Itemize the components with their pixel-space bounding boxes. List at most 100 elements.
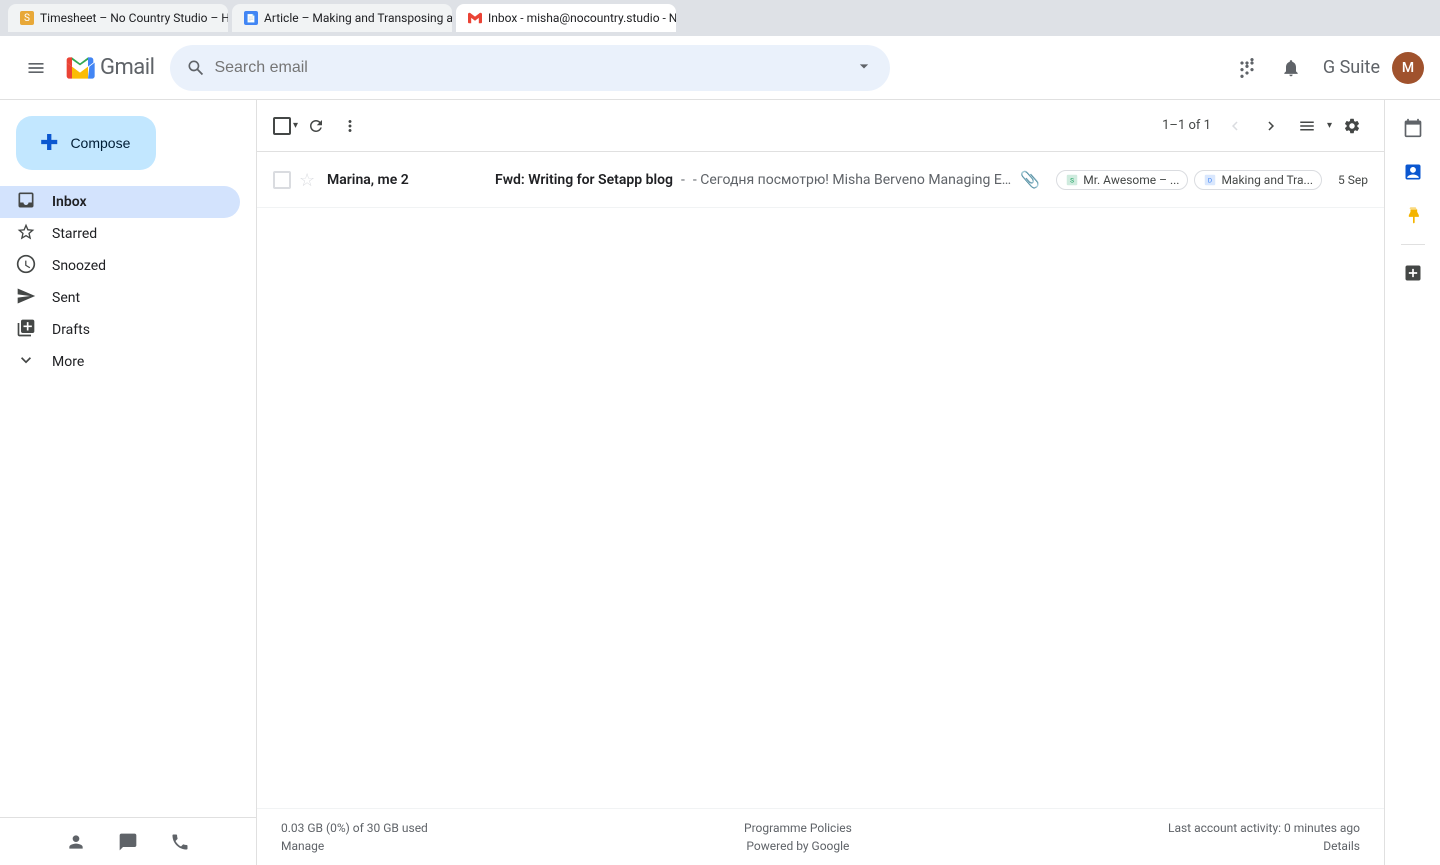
policies-link[interactable]: Programme Policies	[744, 821, 852, 835]
content-area: ▾ 1–1 of 1	[256, 100, 1384, 865]
inbox-icon	[16, 190, 36, 215]
email-sender: Marina, me 2	[327, 172, 487, 188]
chat-button[interactable]	[110, 824, 146, 860]
calendar-button[interactable]	[1393, 108, 1433, 148]
main-container: ✚ Compose Inbox Starred Snoozed	[0, 100, 1440, 865]
more-icon	[16, 350, 36, 375]
logo-area: Gmail	[64, 52, 154, 84]
gmail-tab-label: Inbox - misha@nocountry.studio - No Coun…	[488, 11, 676, 25]
svg-text:D: D	[1208, 176, 1212, 184]
keep-button[interactable]	[1393, 196, 1433, 236]
email-date: 5 Sep	[1338, 173, 1368, 187]
add-contact-button[interactable]	[58, 824, 94, 860]
starred-icon	[16, 222, 36, 247]
docs-chip-icon: D	[1203, 173, 1217, 187]
manage-link[interactable]: Manage	[281, 839, 428, 853]
header: Gmail G Suite M	[0, 36, 1440, 100]
right-sidebar	[1384, 100, 1440, 865]
notifications-button[interactable]	[1271, 48, 1311, 88]
tab-docs[interactable]: 📄 Article – Making and Transposing an Em…	[232, 4, 452, 32]
email-list: ☆ Marina, me 2 Fwd: Writing for Setapp b…	[257, 152, 1384, 808]
harvest-tab-label: Timesheet – No Country Studio – Harvest	[40, 11, 228, 25]
density-button[interactable]	[1291, 110, 1323, 142]
more-options-button[interactable]	[334, 110, 366, 142]
search-bar[interactable]	[170, 45, 890, 91]
bottom-sidebar	[0, 817, 256, 865]
density-chevron-icon: ▾	[1327, 120, 1332, 131]
tab-harvest[interactable]: S Timesheet – No Country Studio – Harves…	[8, 4, 228, 32]
search-dropdown-button[interactable]	[854, 56, 874, 80]
select-dropdown-icon[interactable]: ▾	[293, 120, 298, 131]
star-button[interactable]: ☆	[299, 170, 319, 190]
next-page-button[interactable]	[1255, 110, 1287, 142]
email-subject: Fwd: Writing for Setapp blog	[495, 172, 673, 188]
refresh-button[interactable]	[300, 110, 332, 142]
footer-right: Last account activity: 0 minutes ago Det…	[1168, 821, 1360, 853]
footer: 0.03 GB (0%) of 30 GB used Manage Progra…	[257, 808, 1384, 865]
menu-button[interactable]	[16, 48, 56, 88]
docs-tab-label: Article – Making and Transposing an Emai…	[264, 11, 452, 25]
chip-sheets-label: Mr. Awesome – ...	[1083, 173, 1179, 187]
compose-button[interactable]: ✚ Compose	[16, 116, 156, 170]
more-label: More	[52, 354, 224, 370]
gmail-logo-icon	[64, 52, 96, 84]
sidebar-item-inbox[interactable]: Inbox	[0, 186, 240, 218]
attachment-icon: 📎	[1020, 170, 1040, 189]
snoozed-icon	[16, 254, 36, 279]
avatar[interactable]: M	[1392, 52, 1424, 84]
starred-label: Starred	[52, 226, 224, 242]
select-all-checkbox[interactable]	[273, 117, 291, 135]
compose-label: Compose	[70, 135, 130, 151]
sent-label: Sent	[52, 290, 224, 306]
sidebar-item-snoozed[interactable]: Snoozed	[0, 250, 240, 282]
gmail-tab-icon	[468, 11, 482, 25]
apps-button[interactable]	[1227, 48, 1267, 88]
app-container: Gmail G Suite M	[0, 36, 1440, 865]
footer-center: Programme Policies Powered by Google	[744, 821, 852, 853]
tab-gmail[interactable]: Inbox - misha@nocountry.studio - No Coun…	[456, 4, 676, 32]
add-addon-button[interactable]	[1393, 253, 1433, 293]
toolbar-left: ▾	[273, 110, 366, 142]
compose-plus-icon: ✚	[40, 132, 58, 154]
table-row[interactable]: ☆ Marina, me 2 Fwd: Writing for Setapp b…	[257, 152, 1384, 208]
inbox-label: Inbox	[52, 194, 224, 210]
sent-icon	[16, 286, 36, 311]
drafts-label: Drafts	[52, 322, 224, 338]
email-checkbox[interactable]	[273, 171, 291, 189]
sidebar-item-more[interactable]: More	[0, 346, 240, 378]
tasks-button[interactable]	[1393, 152, 1433, 192]
phone-button[interactable]	[162, 824, 198, 860]
chip-docs[interactable]: D Making and Tra...	[1194, 170, 1322, 190]
settings-button[interactable]	[1336, 110, 1368, 142]
gsuite-label: G Suite	[1323, 57, 1380, 78]
sidebar-item-sent[interactable]: Sent	[0, 282, 240, 314]
svg-text:S: S	[1070, 176, 1074, 184]
prev-page-button[interactable]	[1219, 110, 1251, 142]
sidebar-item-drafts[interactable]: Drafts	[0, 314, 240, 346]
search-icon	[186, 58, 206, 78]
header-actions: G Suite M	[1227, 48, 1424, 88]
toolbar: ▾ 1–1 of 1	[257, 100, 1384, 152]
sidebar: ✚ Compose Inbox Starred Snoozed	[0, 100, 256, 865]
storage-text: 0.03 GB (0%) of 30 GB used	[281, 821, 428, 835]
email-snippet: - Сегодня посмотрю! Misha Berveno Managi…	[693, 172, 1012, 188]
footer-left: 0.03 GB (0%) of 30 GB used Manage	[281, 821, 428, 853]
snoozed-label: Snoozed	[52, 258, 224, 274]
powered-label: Powered by Google	[746, 839, 849, 853]
drafts-icon	[16, 318, 36, 343]
gmail-text-label: Gmail	[100, 55, 154, 80]
activity-text: Last account activity: 0 minutes ago	[1168, 821, 1360, 835]
search-input[interactable]	[214, 59, 846, 77]
chip-sheets[interactable]: S Mr. Awesome – ...	[1056, 170, 1188, 190]
details-link[interactable]: Details	[1323, 839, 1360, 853]
docs-tab-icon: 📄	[244, 11, 258, 25]
sheets-chip-icon: S	[1065, 173, 1079, 187]
chip-docs-label: Making and Tra...	[1221, 173, 1313, 187]
browser-bar: S Timesheet – No Country Studio – Harves…	[0, 0, 1440, 36]
harvest-tab-icon: S	[20, 11, 34, 25]
email-content: Fwd: Writing for Setapp blog - - Сегодня…	[495, 170, 1322, 190]
select-all-checkbox-wrap[interactable]: ▾	[273, 117, 298, 135]
sidebar-item-starred[interactable]: Starred	[0, 218, 240, 250]
email-chips: S Mr. Awesome – ... D Making and Tra...	[1056, 170, 1322, 190]
right-sidebar-divider	[1401, 244, 1425, 245]
